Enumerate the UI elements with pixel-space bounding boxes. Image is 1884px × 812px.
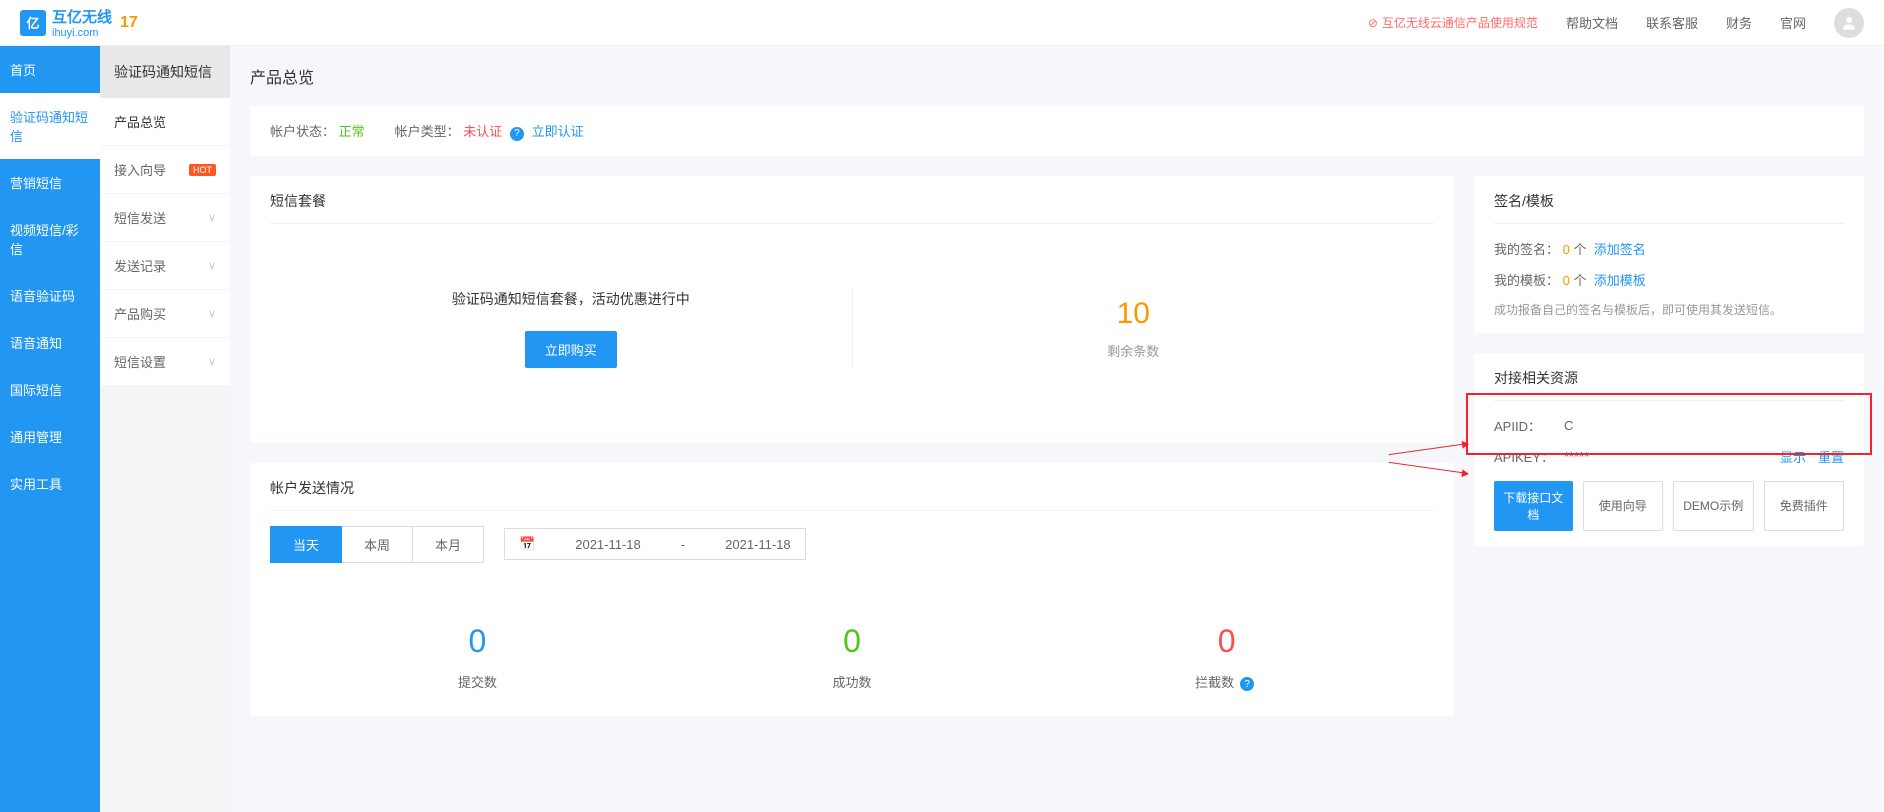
sidebar-item[interactable]: 营销短信 [0, 159, 100, 206]
calendar-icon: 📅 [519, 536, 535, 552]
sidebar-sub: 验证码通知短信 产品总览接入向导HOT短信发送∨发送记录∨产品购买∨短信设置∨ [100, 46, 230, 812]
help-icon[interactable]: ? [510, 127, 524, 141]
chevron-down-icon: ∨ [208, 307, 216, 320]
hot-badge: HOT [189, 164, 216, 176]
stat-label: 拦截数? [1039, 672, 1414, 692]
sidebar-sub-item[interactable]: 产品购买∨ [100, 290, 230, 338]
buy-button[interactable]: 立即购买 [525, 331, 617, 368]
account-type-value: 未认证 [463, 124, 502, 139]
stat-item: 0 成功数 [665, 623, 1040, 692]
date-range-picker[interactable]: 📅 2021-11-18 - 2021-11-18 [504, 528, 806, 560]
help-icon[interactable]: ? [1240, 677, 1254, 691]
date-from: 2021-11-18 [575, 537, 641, 552]
stat-number: 0 [290, 623, 665, 660]
package-title: 短信套餐 [270, 191, 1434, 224]
sign-count: 0 [1563, 242, 1570, 257]
header-link-help[interactable]: 帮助文档 [1566, 13, 1618, 32]
header-notice[interactable]: ⊘ 互亿无线云通信产品使用规范 [1368, 14, 1538, 31]
sign-card: 签名/模板 我的签名： 0 个 添加签名 我的模板： 0 个 添加模板 成功报备… [1474, 176, 1864, 333]
apiid-value: C [1564, 418, 1573, 433]
remaining-count: 10 [853, 297, 1415, 331]
api-resource-button[interactable]: 使用向导 [1583, 481, 1664, 531]
sidebar-sub-item[interactable]: 短信设置∨ [100, 338, 230, 386]
header-link-finance[interactable]: 财务 [1726, 13, 1752, 32]
sidebar-item[interactable]: 验证码通知短信 [0, 93, 100, 159]
date-tab[interactable]: 本周 [342, 526, 413, 563]
tpl-label: 我的模板： [1494, 273, 1559, 288]
stat-number: 0 [1039, 623, 1414, 660]
user-icon [1840, 14, 1858, 32]
date-tab[interactable]: 当天 [270, 526, 342, 563]
api-title: 对接相关资源 [1494, 368, 1844, 401]
api-resource-button[interactable]: 下载接口文档 [1494, 481, 1573, 531]
header-link-contact[interactable]: 联系客服 [1646, 13, 1698, 32]
sidebar-item[interactable]: 国际短信 [0, 366, 100, 413]
account-type-label: 帐户类型： [395, 124, 460, 139]
date-to: 2021-11-18 [725, 537, 791, 552]
sidebar-item[interactable]: 语音通知 [0, 319, 100, 366]
sidebar-sub-item[interactable]: 接入向导HOT [100, 146, 230, 194]
sidebar-sub-item[interactable]: 产品总览 [100, 98, 230, 146]
api-resource-button[interactable]: 免费插件 [1764, 481, 1845, 531]
remaining-label: 剩余条数 [853, 341, 1415, 360]
date-tab[interactable]: 本月 [413, 526, 484, 563]
sidebar-item[interactable]: 通用管理 [0, 413, 100, 460]
sidebar-item[interactable]: 视频短信/彩信 [0, 206, 100, 272]
sending-card: 帐户发送情况 当天本周本月 📅 2021-11-18 - 2021-11-18 … [250, 463, 1454, 717]
status-card: 帐户状态： 正常 帐户类型： 未认证 ? 立即认证 [250, 106, 1864, 156]
warning-icon: ⊘ [1368, 16, 1378, 30]
account-status-label: 帐户状态： [270, 124, 335, 139]
add-sign-link[interactable]: 添加签名 [1594, 242, 1646, 257]
logo-subtext: ihuyi.com [52, 27, 112, 39]
header-link-official[interactable]: 官网 [1780, 13, 1806, 32]
sign-title: 签名/模板 [1494, 191, 1844, 224]
sidebar-sub-title: 验证码通知短信 [100, 46, 230, 98]
sidebar-item[interactable]: 语音验证码 [0, 272, 100, 319]
stat-label: 提交数 [290, 672, 665, 691]
show-key-link[interactable]: 显示 [1780, 447, 1806, 466]
logo-badge: 17 [120, 14, 138, 32]
chevron-down-icon: ∨ [208, 211, 216, 224]
reset-key-link[interactable]: 重置 [1818, 447, 1844, 466]
auth-link[interactable]: 立即认证 [532, 124, 584, 139]
sign-label: 我的签名： [1494, 242, 1559, 257]
date-tabs: 当天本周本月 📅 2021-11-18 - 2021-11-18 [270, 526, 1434, 563]
sidebar-main: 首页验证码通知短信营销短信视频短信/彩信语音验证码语音通知国际短信通用管理实用工… [0, 46, 100, 812]
header-nav: ⊘ 互亿无线云通信产品使用规范 帮助文档 联系客服 财务 官网 [1368, 8, 1864, 38]
account-status-value: 正常 [339, 124, 365, 139]
date-separator: - [681, 537, 685, 552]
chevron-down-icon: ∨ [208, 259, 216, 272]
apikey-label: APIKEY： [1494, 447, 1564, 466]
add-tpl-link[interactable]: 添加模板 [1594, 273, 1646, 288]
sidebar-sub-item[interactable]: 发送记录∨ [100, 242, 230, 290]
sidebar-sub-item[interactable]: 短信发送∨ [100, 194, 230, 242]
sign-tip: 成功报备自己的签名与模板后，即可使用其发送短信。 [1494, 301, 1844, 318]
sidebar-item[interactable]: 实用工具 [0, 460, 100, 507]
apikey-value: ***** [1564, 449, 1589, 464]
api-card: 对接相关资源 APIID： C APIKEY： ***** 显示 [1474, 353, 1864, 546]
logo[interactable]: 亿 互亿无线 ihuyi.com 17 [20, 6, 138, 39]
tpl-count: 0 [1563, 273, 1570, 288]
stat-item: 0 拦截数? [1039, 623, 1414, 692]
sending-title: 帐户发送情况 [270, 478, 1434, 511]
package-text: 验证码通知短信套餐，活动优惠进行中 [290, 289, 852, 309]
logo-text: 互亿无线 [52, 6, 112, 27]
avatar[interactable] [1834, 8, 1864, 38]
stat-number: 0 [665, 623, 1040, 660]
api-resource-button[interactable]: DEMO示例 [1673, 481, 1754, 531]
stat-label: 成功数 [665, 672, 1040, 691]
stat-item: 0 提交数 [290, 623, 665, 692]
page-title: 产品总览 [250, 46, 1864, 106]
header: 亿 互亿无线 ihuyi.com 17 ⊘ 互亿无线云通信产品使用规范 帮助文档… [0, 0, 1884, 46]
apiid-label: APIID： [1494, 416, 1564, 435]
content: 产品总览 帐户状态： 正常 帐户类型： 未认证 ? 立即认证 短信套餐 [230, 46, 1884, 812]
package-card: 短信套餐 验证码通知短信套餐，活动优惠进行中 立即购买 10 剩余条数 [250, 176, 1454, 443]
chevron-down-icon: ∨ [208, 355, 216, 368]
logo-icon: 亿 [20, 10, 46, 36]
sidebar-item[interactable]: 首页 [0, 46, 100, 93]
